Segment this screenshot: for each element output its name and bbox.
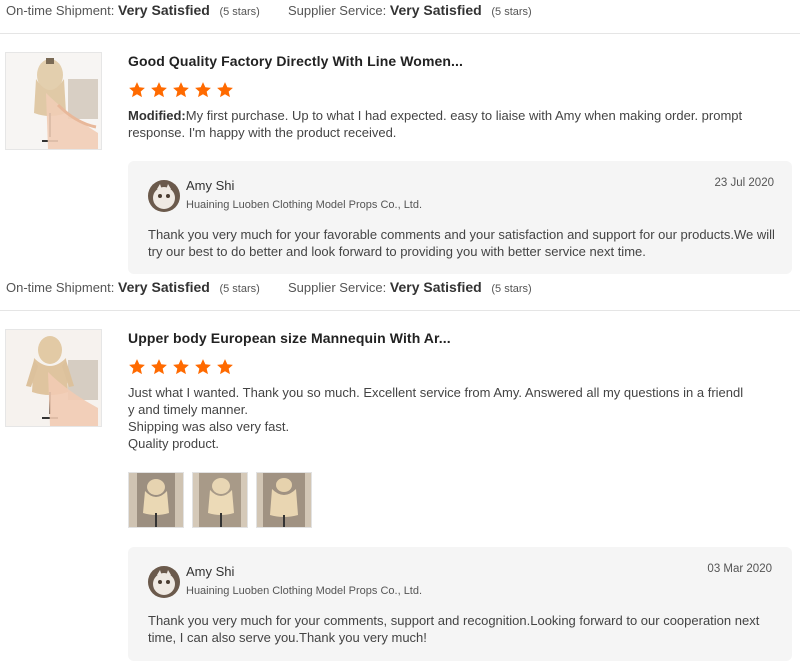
avatar-image	[148, 566, 180, 598]
star-icon	[217, 82, 233, 98]
reply-date: 23 Jul 2020	[714, 177, 774, 189]
supplier-reply: Amy Shi Huaining Luoben Clothing Model P…	[128, 161, 792, 274]
product-thumbnail[interactable]	[5, 329, 102, 427]
review-photo[interactable]	[256, 472, 312, 528]
review-text: Just what I wanted. Thank you so much. E…	[128, 384, 778, 452]
mannequin-photo	[257, 473, 311, 527]
star-icon	[173, 82, 189, 98]
reply-company: Huaining Luoben Clothing Model Props Co.…	[186, 585, 423, 597]
review-line: Quality product.	[128, 436, 220, 451]
avatar	[148, 566, 180, 598]
review-line: Just what I wanted. Thank you so much. E…	[128, 385, 744, 400]
supplier-value: Very Satisfied	[389, 2, 482, 18]
mannequin-image	[6, 53, 101, 149]
avatar	[148, 180, 180, 212]
supplier-label: Supplier Service:	[288, 280, 387, 295]
ontime-value: Very Satisfied	[118, 2, 210, 18]
ontime-stars-note: (5 stars)	[219, 6, 260, 18]
reply-company: Huaining Luoben Clothing Model Props Co.…	[186, 199, 423, 211]
ontime-stars-note: (5 stars)	[219, 283, 260, 295]
ontime-label: On-time Shipment:	[6, 280, 115, 295]
ontime-value: Very Satisfied	[118, 279, 210, 295]
reply-text: Thank you very much for your comments, s…	[148, 613, 760, 645]
review-photo[interactable]	[192, 472, 248, 528]
product-thumbnail[interactable]	[5, 52, 102, 150]
supplier-stars-note: (5 stars)	[491, 6, 532, 18]
star-rating	[128, 81, 234, 99]
star-icon	[195, 82, 211, 98]
reply-text: Thank you very much for your favorable c…	[148, 227, 775, 259]
review-body: My first purchase. Up to what I had expe…	[128, 108, 743, 140]
review-line: y and timely manner.	[128, 402, 248, 417]
divider	[0, 310, 800, 311]
star-icon	[151, 82, 167, 98]
star-rating	[128, 358, 234, 376]
star-icon	[129, 359, 145, 375]
review-photo[interactable]	[128, 472, 184, 528]
reply-author-name: Amy Shi	[186, 564, 235, 579]
supplier-label: Supplier Service:	[288, 3, 387, 18]
star-icon	[129, 82, 145, 98]
rating-summary: On-time Shipment: Very Satisfied (5 star…	[6, 279, 260, 295]
supplier-summary: Supplier Service: Very Satisfied (5 star…	[288, 279, 532, 295]
rating-summary-top: On-time Shipment: Very Satisfied (5 star…	[6, 2, 260, 18]
star-icon	[151, 359, 167, 375]
supplier-stars-note: (5 stars)	[491, 283, 532, 295]
review-line: Shipping was also very fast.	[128, 419, 290, 434]
reply-author-name: Amy Shi	[186, 178, 235, 193]
mannequin-photo	[129, 473, 183, 527]
avatar-image	[148, 180, 180, 212]
supplier-value: Very Satisfied	[389, 279, 482, 295]
star-icon	[195, 359, 211, 375]
product-title[interactable]: Upper body European size Mannequin With …	[128, 330, 451, 346]
reply-date: 03 Mar 2020	[707, 563, 772, 575]
product-title[interactable]: Good Quality Factory Directly With Line …	[128, 53, 463, 69]
ontime-label: On-time Shipment:	[6, 3, 115, 18]
modified-label: Modified:	[128, 108, 186, 123]
divider	[0, 33, 800, 34]
review-text: Modified:My first purchase. Up to what I…	[128, 107, 768, 141]
star-icon	[173, 359, 189, 375]
mannequin-image	[6, 330, 101, 426]
supplier-summary-top: Supplier Service: Very Satisfied (5 star…	[288, 2, 532, 18]
star-icon	[217, 359, 233, 375]
supplier-reply: Amy Shi Huaining Luoben Clothing Model P…	[128, 547, 792, 661]
mannequin-photo	[193, 473, 247, 527]
